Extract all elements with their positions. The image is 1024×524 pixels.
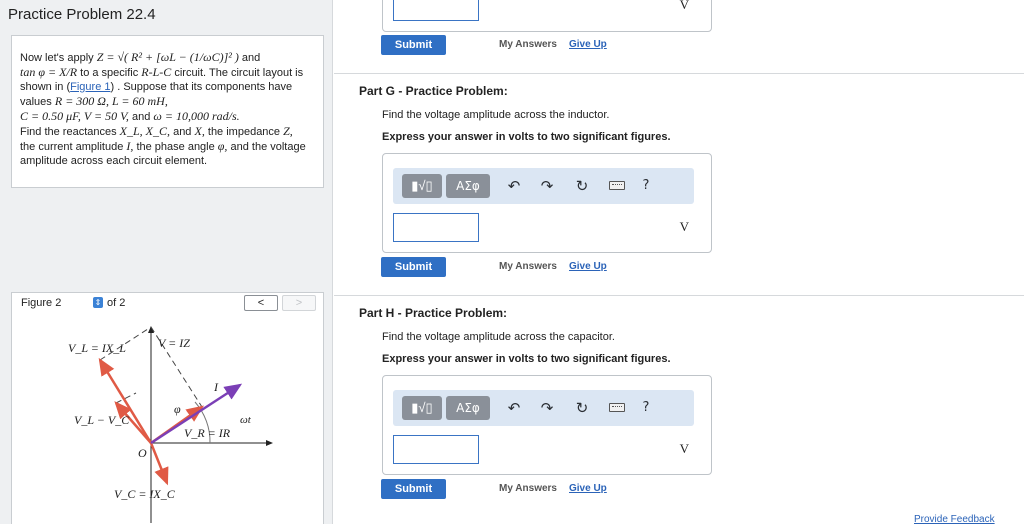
circuit-type: R-L-C [141, 65, 172, 79]
vl-phasor [98, 357, 153, 444]
redo-icon[interactable]: ↷ [538, 396, 556, 420]
problem-text: and [128, 111, 154, 123]
part-g-question: Find the voltage amplitude across the in… [382, 109, 610, 121]
symbol: φ, [217, 139, 228, 153]
divider [334, 73, 1024, 74]
symbols-button[interactable]: ΑΣφ [446, 174, 490, 198]
practice-problem-title: Practice Problem 22.4 [8, 6, 156, 23]
problem-text: the current amplitude [20, 141, 127, 153]
undo-icon[interactable]: ↶ [505, 174, 523, 198]
origin-label: O [138, 446, 147, 460]
part-g-unit: V [679, 219, 689, 234]
problem-text: the phase angle [133, 141, 218, 153]
vl-minus-vc-label: V_L − V_C [74, 413, 130, 427]
part-g-submit-button[interactable]: Submit [381, 257, 446, 277]
phasor-diagram-svg: V_L = IX_L V = IZ I φ ωt V_L − V_C V_R =… [68, 326, 273, 523]
problem-text: and [238, 52, 261, 64]
part-f-answer-card: V [382, 0, 712, 32]
provide-feedback-link[interactable]: Provide Feedback [914, 514, 995, 524]
templates-button[interactable]: ▮√▯ [402, 396, 442, 420]
part-g-answer-card: ▮√▯ ΑΣφ ↶ ↷ ↻ ? V [382, 153, 712, 253]
part-g-answer-input[interactable] [393, 213, 479, 242]
part-f-my-answers-link[interactable]: My Answers [499, 39, 557, 50]
problem-text: and [170, 126, 195, 138]
undo-icon[interactable]: ↶ [505, 396, 523, 420]
answer-panel: V Submit My Answers Give Up Part G - Pra… [334, 0, 1024, 524]
reset-icon[interactable]: ↻ [573, 174, 591, 198]
figure-label: Figure 2 [21, 297, 62, 309]
next-figure-button[interactable]: > [282, 295, 316, 311]
reactance-symbols: X_L, X_C, [119, 124, 171, 138]
problem-text: to a specific [77, 67, 142, 79]
vc-label: V_C = IX_C [114, 487, 176, 501]
symbol: Z, [283, 124, 293, 138]
part-g-math-toolbar: ▮√▯ ΑΣφ ↶ ↷ ↻ ? [393, 168, 694, 204]
vr-label: V_R = IR [184, 426, 231, 440]
wt-label: ωt [240, 414, 252, 426]
part-h-give-up-link[interactable]: Give Up [569, 483, 607, 494]
phase-equation: tan φ = X/R [20, 65, 78, 79]
v-label: V = IZ [158, 336, 190, 350]
component-values: C = 0.50 μF, V = 50 V, [20, 109, 129, 123]
symbols-button[interactable]: ΑΣφ [446, 396, 490, 420]
templates-button[interactable]: ▮√▯ [402, 174, 442, 198]
help-icon[interactable]: ? [637, 396, 655, 420]
problem-text: Find the reactances [20, 126, 120, 138]
part-f-unit: V [679, 0, 689, 12]
part-h-question: Find the voltage amplitude across the ca… [382, 331, 615, 343]
part-h-submit-button[interactable]: Submit [381, 479, 446, 499]
component-values: R = 300 Ω, L = 60 mH, [54, 94, 168, 108]
vc-phasor [149, 442, 169, 486]
problem-text: the impedance [204, 126, 284, 138]
vl-label: V_L = IX_L [68, 341, 126, 355]
problem-statement: Now let's apply Z = √( R² + [ωL − (1/ωC)… [11, 35, 324, 188]
part-h-answer-card: ▮√▯ ΑΣφ ↶ ↷ ↻ ? V [382, 375, 712, 475]
part-h-answer-input[interactable] [393, 435, 479, 464]
keyboard-icon[interactable] [609, 181, 625, 190]
part-h-unit: V [679, 441, 689, 456]
part-h-my-answers-link[interactable]: My Answers [499, 483, 557, 494]
problem-text: Now let's apply [20, 52, 97, 64]
reset-icon[interactable]: ↻ [573, 396, 591, 420]
redo-icon[interactable]: ↷ [538, 174, 556, 198]
previous-figure-button[interactable]: < [244, 295, 278, 311]
keyboard-icon[interactable] [609, 403, 625, 412]
part-g-give-up-link[interactable]: Give Up [569, 261, 607, 272]
symbol: X, [194, 124, 205, 138]
phi-label: φ [174, 402, 181, 416]
part-g-instructions: Express your answer in volts to two sign… [382, 131, 671, 143]
angular-frequency: ω = 10,000 rad/s. [153, 109, 240, 123]
figure-navigation-bar: Figure 2 ⇕ of 2 < > [11, 292, 324, 313]
phasor-diagram: V_L = IX_L V = IZ I φ ωt V_L − V_C V_R =… [11, 313, 324, 524]
help-icon[interactable]: ? [637, 174, 655, 198]
part-h-math-toolbar: ▮√▯ ΑΣφ ↶ ↷ ↻ ? [393, 390, 694, 426]
i-label: I [213, 380, 219, 394]
part-f-answer-input[interactable] [393, 0, 479, 21]
figure-1-link[interactable]: Figure 1 [70, 81, 110, 93]
part-f-submit-button[interactable]: Submit [381, 35, 446, 55]
left-panel: Practice Problem 22.4 Now let's apply Z … [0, 0, 333, 524]
figure-select-icon[interactable]: ⇕ [93, 297, 103, 308]
figure-count: of 2 [107, 297, 126, 309]
part-g-title: Part G - Practice Problem: [359, 84, 508, 98]
divider [334, 295, 1024, 296]
part-f-give-up-link[interactable]: Give Up [569, 39, 607, 50]
impedance-equation: Z = √( R² + [ωL − (1/ωC)]² ) [96, 50, 239, 64]
part-h-instructions: Express your answer in volts to two sign… [382, 353, 671, 365]
part-h-title: Part H - Practice Problem: [359, 306, 508, 320]
part-g-my-answers-link[interactable]: My Answers [499, 261, 557, 272]
